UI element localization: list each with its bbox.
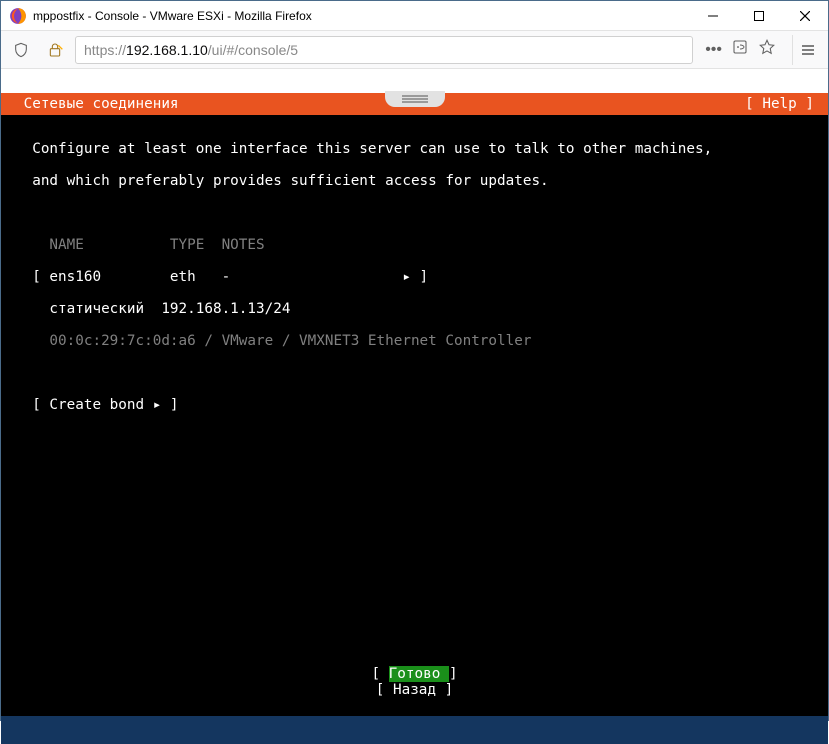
bookmark-star-icon[interactable] <box>758 38 776 61</box>
url-protocol: https:// <box>84 42 126 58</box>
maximize-button[interactable] <box>736 1 782 30</box>
installer-body: Configure at least one interface this se… <box>1 115 828 445</box>
tracking-shield-icon[interactable] <box>7 36 35 64</box>
url-host: 192.168.1.10 <box>126 42 208 58</box>
lock-warning-icon[interactable] <box>41 36 69 64</box>
back-button[interactable]: [ Назад ] <box>376 682 453 698</box>
interface-ip: статический 192.168.1.13/24 <box>15 301 814 317</box>
address-bar-row: https://192.168.1.10/ui/#/console/5 ••• <box>1 31 828 69</box>
minimize-button[interactable] <box>690 1 736 30</box>
url-input[interactable]: https://192.168.1.10/ui/#/console/5 <box>75 36 693 64</box>
url-path: /ui/#/console/5 <box>208 42 298 58</box>
installer-title: Сетевые соединения <box>15 96 179 112</box>
help-button[interactable]: [ Help ] <box>745 96 814 112</box>
esxi-footer-strip <box>1 716 828 744</box>
create-bond-button[interactable]: [ Create bond ▸ ] <box>15 397 814 413</box>
window-title: mppostfix - Console - VMware ESXi - Mozi… <box>33 9 690 23</box>
interface-row[interactable]: [ ens160 eth - ▸ ] <box>15 269 814 285</box>
vm-console[interactable]: Сетевые соединения [ Help ] Configure at… <box>1 93 828 744</box>
interface-mac: 00:0c:29:7c:0d:a6 / VMware / VMXNET3 Eth… <box>15 333 814 349</box>
window-titlebar: mppostfix - Console - VMware ESXi - Mozi… <box>1 1 828 31</box>
column-headers: NAME TYPE NOTES <box>15 237 814 253</box>
intro-line-2: and which preferably provides sufficient… <box>15 173 814 189</box>
window-controls <box>690 1 828 30</box>
installer-actions: [ Готово ] [ Назад ] <box>1 666 828 698</box>
page-actions-icon[interactable]: ••• <box>705 42 722 58</box>
intro-line-1: Configure at least one interface this se… <box>15 141 814 157</box>
reader-mode-icon[interactable] <box>732 39 748 60</box>
app-menu-button[interactable] <box>792 35 822 65</box>
page-action-icons: ••• <box>699 38 782 61</box>
vmware-grabber-tab[interactable] <box>385 91 445 107</box>
grip-icon <box>402 98 428 100</box>
close-button[interactable] <box>782 1 828 30</box>
firefox-icon <box>9 7 27 25</box>
done-button[interactable]: [ Готово ] <box>371 666 457 682</box>
